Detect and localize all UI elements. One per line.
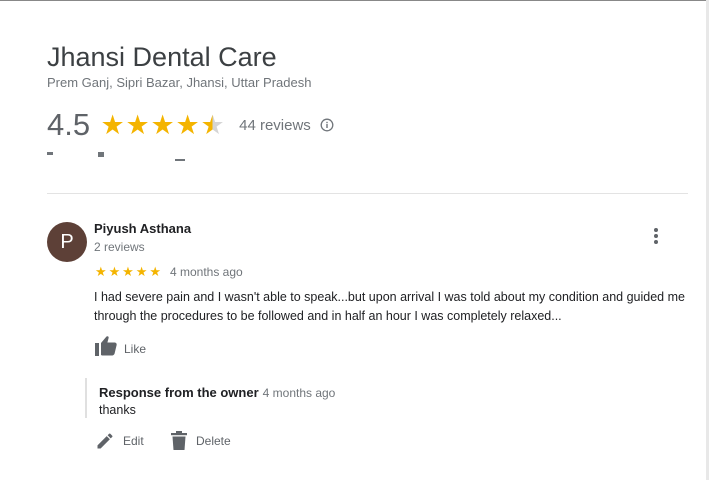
window-top-border	[0, 0, 709, 1]
star-icon: ★	[100, 109, 125, 141]
star-icon: ★	[94, 264, 107, 280]
info-icon[interactable]	[320, 118, 334, 132]
star-icon: ★	[149, 264, 161, 280]
star-icon: ★	[175, 109, 200, 141]
like-label: Like	[124, 342, 147, 356]
thumb-up-icon	[95, 336, 117, 356]
star-icon: ★	[108, 264, 121, 280]
histogram-fragment	[47, 152, 185, 161]
more-options-button[interactable]	[645, 225, 667, 247]
review-time: 4 months ago	[169, 265, 243, 279]
owner-response-bar	[85, 378, 87, 418]
owner-response-title: Response from the owner	[99, 385, 259, 400]
review-rating: ★ ★ ★ ★ ★ 4 months ago	[94, 263, 243, 281]
star-icon: ★	[150, 109, 175, 141]
half-star-icon: ★	[200, 109, 225, 141]
review-text: I had severe pain and I wasn't able to s…	[94, 290, 685, 323]
like-button[interactable]: Like	[94, 335, 146, 357]
delete-button[interactable]: Delete	[170, 431, 231, 451]
rating-summary: 4.5 ★ ★ ★ ★ ★ 44 reviews	[47, 106, 334, 144]
edit-button[interactable]: Edit	[95, 431, 144, 451]
star-icon: ★	[135, 264, 148, 280]
reviews-count-link[interactable]: 44 reviews	[239, 117, 311, 134]
star-icon: ★	[122, 264, 134, 280]
business-address: Prem Ganj, Sipri Bazar, Jhansi, Uttar Pr…	[47, 75, 312, 90]
owner-response-time: 4 months ago	[262, 386, 336, 400]
owner-response-header: Response from the owner 4 months ago	[99, 384, 335, 402]
delete-label: Delete	[196, 434, 231, 448]
rating-value: 4.5	[47, 107, 91, 142]
more-vert-icon	[654, 228, 658, 244]
delete-icon	[171, 431, 187, 450]
rating-stars: ★ ★ ★ ★ ★	[100, 112, 225, 139]
business-name: Jhansi Dental Care	[47, 42, 277, 72]
avatar-letter: P	[60, 230, 74, 253]
edit-icon	[97, 433, 113, 449]
edit-label: Edit	[123, 434, 144, 448]
star-icon: ★	[125, 109, 150, 141]
section-divider	[47, 193, 688, 194]
owner-response-text: thanks	[99, 403, 136, 417]
reviewer-review-count: 2 reviews	[94, 240, 145, 254]
avatar[interactable]: P	[47, 222, 87, 262]
reviewer-name[interactable]: Piyush Asthana	[94, 221, 191, 236]
